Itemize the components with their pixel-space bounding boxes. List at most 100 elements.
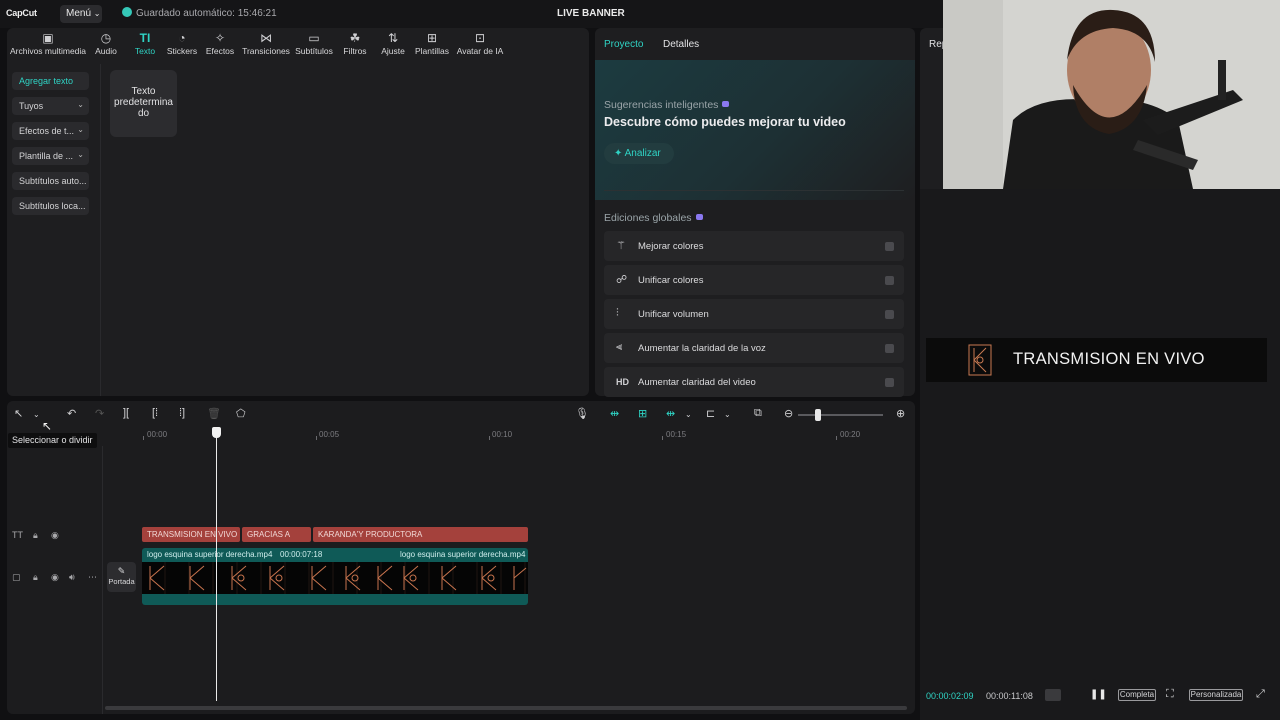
chevron-down-icon: ⌄ (77, 100, 84, 109)
submenu-yours[interactable]: Tuyos ⌄ (12, 97, 89, 115)
submenu-label: Plantilla de ... (19, 151, 74, 161)
snapshot-icon[interactable]: ⛶ (1166, 688, 1174, 701)
zoom-slider[interactable] (798, 414, 883, 416)
tab-subtitles[interactable]: ▭ Subtítulos (294, 30, 334, 56)
global-edits-label: Ediciones globales (604, 212, 703, 224)
marker-icon[interactable]: ⬠ (236, 407, 246, 420)
tab-effects[interactable]: ✧ Efectos (204, 30, 236, 56)
tab-media[interactable]: ▣ Archivos multimedia (9, 30, 87, 56)
fullscreen-icon[interactable]: ⤢ (1256, 688, 1265, 701)
text-clip[interactable]: GRACIAS A (242, 527, 311, 542)
chevron-down-icon[interactable]: ⌄ (724, 410, 731, 419)
submenu-local-captions[interactable]: Subtítulos loca... (12, 197, 89, 215)
timeline-scrollbar[interactable] (105, 706, 907, 710)
filters-icon: ☘ (349, 31, 361, 45)
tab-label: Archivos multimedia (9, 46, 87, 56)
toggle-checkbox[interactable] (885, 378, 894, 387)
sticker-icon: ◔ (178, 31, 186, 45)
zoom-out-icon[interactable]: ⊖ (784, 407, 793, 420)
tab-label: Texto (134, 46, 156, 56)
toggle-checkbox[interactable] (885, 242, 894, 251)
snap-icon[interactable]: ⇹ (666, 407, 675, 420)
tab-text[interactable]: TI Texto (130, 30, 160, 56)
smart-suggestions-bg (595, 60, 915, 200)
ruler-label: 00:05 (319, 430, 340, 439)
toggle-checkbox[interactable] (885, 310, 894, 319)
ratio-custom-button[interactable]: Personalizada (1189, 689, 1243, 701)
text-clip[interactable]: TRANSMISION EN VIVO (142, 527, 240, 542)
menu-label: Menú (66, 8, 92, 19)
text-submenu: Agregar texto Tuyos ⌄ Efectos de t... ⌄ Pl… (7, 64, 101, 396)
delete-icon: 🗑 (207, 408, 221, 420)
magnet-icon[interactable]: ⊞ (638, 407, 647, 420)
sparkle-icon: ✦ (614, 148, 623, 159)
clip-duration: 00:00:07:18 (280, 550, 323, 559)
redo-icon: ↷ (95, 408, 105, 420)
select-tool-icon[interactable]: ↖ (14, 407, 23, 420)
ruler-label: 00:10 (492, 430, 513, 439)
text-clip[interactable]: KARANDA'Y PRODUCTORA (313, 527, 528, 542)
chevron-down-icon[interactable]: ⌄ (685, 410, 692, 419)
tab-filters[interactable]: ☘ Filtros (340, 30, 370, 56)
trim-right-icon[interactable]: ⁞] (179, 407, 185, 419)
eye-icon[interactable]: ◉ (51, 530, 59, 541)
avatar-icon: ⊡ (474, 31, 486, 45)
edit-voice-clarity[interactable]: ⫷ Aumentar la claridad de la voz (604, 333, 904, 363)
quality-full-button[interactable]: Completa (1118, 689, 1156, 701)
playhead[interactable] (216, 433, 217, 701)
edit-unify-volume[interactable]: ⫶ Unificar volumen (604, 299, 904, 329)
microphone-icon[interactable]: 🎙 (575, 407, 589, 420)
tab-details[interactable]: Detalles (663, 39, 699, 50)
tab-templates[interactable]: ⊞ Plantillas (414, 30, 450, 56)
edit-video-clarity[interactable]: HD Aumentar claridad del video (604, 367, 904, 397)
tab-label: Subtítulos (295, 46, 333, 56)
more-icon[interactable]: ⋯ (88, 572, 97, 583)
tab-project[interactable]: Proyecto (604, 39, 643, 50)
split-icon[interactable]: ][ (123, 407, 129, 419)
chevron-down-icon[interactable]: ⌄ (33, 410, 40, 419)
lock-icon[interactable]: 🔒︎ (33, 530, 38, 541)
subtitles-icon: ▭ (308, 31, 320, 45)
text-icon: TI (139, 31, 151, 45)
default-text-card[interactable]: Texto predetermina do (110, 70, 177, 137)
chevron-down-icon: ⌄ (77, 150, 84, 159)
preview-axis-icon[interactable]: ⊏ (706, 407, 715, 420)
clip-name: logo esquina superior derecha.mp4 (400, 550, 526, 559)
zoom-slider-handle[interactable] (815, 409, 821, 421)
toggle-checkbox[interactable] (885, 344, 894, 353)
tab-stickers[interactable]: ◔ Stickers (165, 30, 199, 56)
autosave-text: Guardado automático: 15:46:21 (136, 8, 277, 19)
volume-sliders-icon: ⫶ (616, 307, 619, 319)
menu-button[interactable]: Menú ⌄ (60, 5, 102, 23)
playhead-handle[interactable] (212, 427, 221, 438)
smart-suggestions-label: Sugerencias inteligentes (604, 99, 730, 111)
undo-icon[interactable]: ↶ (67, 407, 76, 420)
submenu-text-effects[interactable]: Efectos de t... ⌄ (12, 122, 89, 140)
lock-icon[interactable]: 🔒︎ (33, 572, 38, 583)
ruler-label: 00:20 (840, 430, 861, 439)
tab-ai-avatar[interactable]: ⊡ Avatar de IA (455, 30, 505, 56)
aspect-ratio-icon[interactable] (1045, 689, 1061, 701)
submenu-auto-captions[interactable]: Subtítulos auto... (12, 172, 89, 190)
submenu-add-text[interactable]: Agregar texto (12, 72, 89, 90)
edit-unify-colors[interactable]: ☍ Unificar colores (604, 265, 904, 295)
link-clips-icon[interactable]: ⇹ (610, 407, 619, 420)
tool-tabs: ▣ Archivos multimedia ◷ Audio TI Texto ◔ Sti… (7, 30, 589, 64)
cover-button[interactable]: ✎ Portada (107, 562, 136, 592)
tab-adjust[interactable]: ⇅ Ajuste (378, 30, 408, 56)
analyze-button[interactable]: ✦ Analizar (604, 143, 674, 164)
zoom-in-icon[interactable]: ⊕ (896, 407, 905, 420)
speaker-icon[interactable]: 🔊︎ (69, 572, 75, 583)
pause-button[interactable]: ❚❚ (1090, 689, 1107, 700)
tab-label: Transiciones (242, 46, 290, 56)
tab-transitions[interactable]: ⋈ Transiciones (241, 30, 291, 56)
submenu-text-templates[interactable]: Plantilla de ... ⌄ (12, 147, 89, 165)
project-title[interactable]: LIVE BANNER (557, 8, 625, 19)
ruler-label: 00:00 (147, 430, 168, 439)
caption-toggle-icon[interactable]: ⧉ (754, 407, 762, 420)
toggle-checkbox[interactable] (885, 276, 894, 285)
edit-enhance-colors[interactable]: ⚚ Mejorar colores (604, 231, 904, 261)
eye-icon[interactable]: ◉ (51, 572, 59, 583)
tab-audio[interactable]: ◷ Audio (91, 30, 121, 56)
trim-left-icon[interactable]: [⁞ (152, 407, 158, 419)
